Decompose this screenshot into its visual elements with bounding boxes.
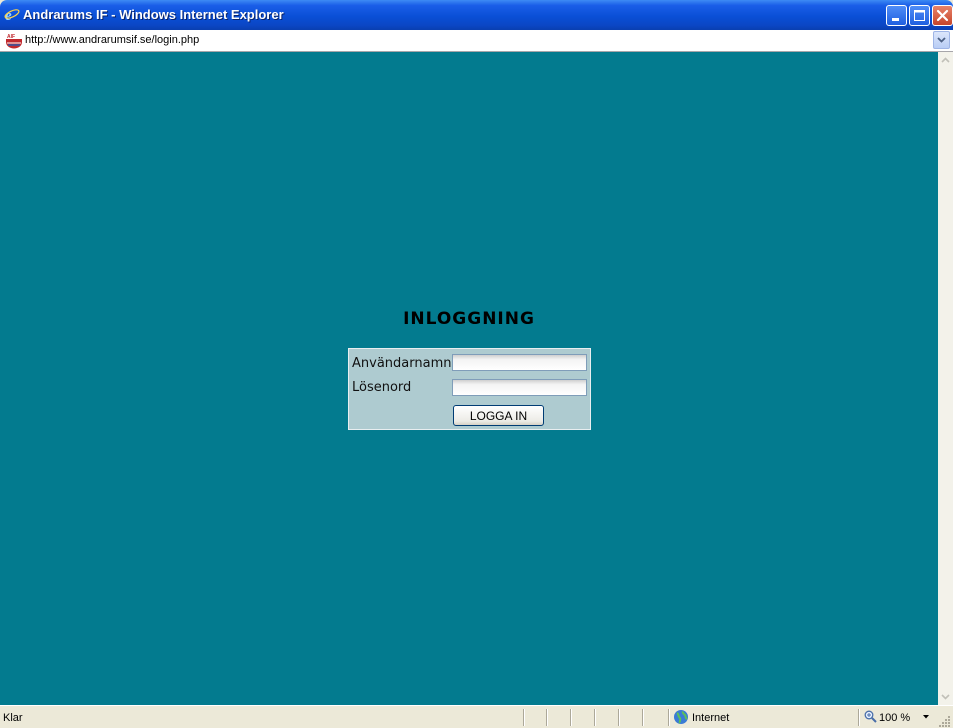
- title-bar[interactable]: e Andrarums IF - Windows Internet Explor…: [0, 0, 953, 30]
- status-separator: [642, 709, 644, 726]
- username-label: Användarnamn: [352, 356, 452, 371]
- maximize-icon: [914, 10, 925, 21]
- status-separator: [668, 709, 670, 726]
- security-zone-text: Internet: [692, 712, 730, 724]
- globe-icon: [674, 710, 688, 724]
- status-separator: [546, 709, 548, 726]
- zoom-dropdown-icon[interactable]: [922, 713, 930, 721]
- address-dropdown-button[interactable]: [933, 31, 950, 49]
- status-bar: Klar Internet 100 %: [0, 705, 953, 728]
- magnifier-icon[interactable]: [864, 710, 877, 723]
- resize-grip-icon[interactable]: [939, 715, 951, 727]
- minimize-icon: [892, 18, 899, 21]
- vertical-scrollbar[interactable]: [938, 52, 953, 705]
- address-bar[interactable]: AIF http://www.andrarumsif.se/login.php: [0, 30, 953, 52]
- login-heading: INLOGGNING: [403, 309, 535, 329]
- close-button[interactable]: [932, 5, 953, 26]
- window-title: Andrarums IF - Windows Internet Explorer: [23, 7, 284, 22]
- status-separator: [858, 709, 860, 726]
- chevron-down-icon: [937, 37, 946, 43]
- status-separator: [618, 709, 620, 726]
- page-content: INLOGGNING Användarnamn Lösenord LOGGA I…: [0, 52, 938, 705]
- login-form: Användarnamn Lösenord LOGGA IN: [348, 348, 591, 430]
- status-separator: [570, 709, 572, 726]
- login-button[interactable]: LOGGA IN: [453, 405, 544, 426]
- scroll-down-icon[interactable]: [939, 690, 952, 704]
- password-input[interactable]: [452, 379, 587, 396]
- close-icon: [936, 9, 949, 22]
- maximize-button[interactable]: [909, 5, 930, 26]
- status-text: Klar: [3, 712, 23, 724]
- password-label: Lösenord: [352, 380, 412, 395]
- scroll-up-icon[interactable]: [939, 53, 952, 67]
- ie-logo-icon: e: [4, 8, 20, 22]
- zoom-level[interactable]: 100 %: [879, 712, 910, 724]
- username-input[interactable]: [452, 354, 587, 371]
- site-favicon-icon: AIF: [6, 34, 22, 49]
- status-separator: [594, 709, 596, 726]
- status-separator: [523, 709, 525, 726]
- url-text[interactable]: http://www.andrarumsif.se/login.php: [25, 34, 199, 46]
- minimize-button[interactable]: [886, 5, 907, 26]
